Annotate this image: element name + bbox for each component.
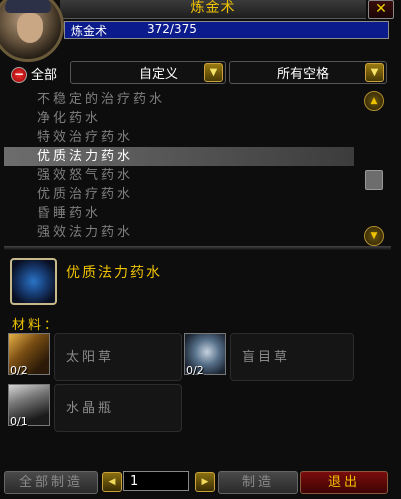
quantity-increase-icon[interactable]: ▶ (195, 472, 215, 492)
collapse-all-button[interactable]: − (11, 67, 27, 83)
close-button[interactable]: ✕ (368, 0, 394, 19)
character-portrait (0, 0, 64, 62)
reagents-label: 材料： (12, 318, 61, 333)
reagent-count: 0/2 (186, 364, 204, 377)
reagent-count: 0/2 (10, 364, 28, 377)
close-icon: ✕ (375, 1, 387, 17)
recipe-item[interactable]: 强效怒气药水 (4, 166, 354, 185)
scroll-up-icon[interactable]: ▲ (364, 91, 384, 111)
recipe-item[interactable]: 不稳定的治疗药水 (4, 90, 354, 109)
chevron-down-icon[interactable]: ▼ (204, 63, 223, 82)
scroll-down-icon[interactable]: ▼ (364, 226, 384, 246)
reagent-name: 盲目草 (242, 350, 291, 365)
subclass-dropdown[interactable]: 自定义 ▼ (70, 61, 226, 84)
reagent-slot[interactable]: 0/2 太阳草 (8, 333, 182, 381)
recipe-item-selected[interactable]: 优质法力药水 (4, 147, 354, 166)
quantity-input[interactable] (123, 471, 189, 491)
reagent-name: 太阳草 (66, 350, 115, 365)
reagent-name: 水晶瓶 (66, 401, 115, 416)
scroll-thumb[interactable] (365, 170, 383, 190)
subclass-dropdown-value: 自定义 (139, 67, 179, 82)
slot-dropdown-value: 所有空格 (277, 67, 330, 82)
reagent-slot[interactable]: 0/2 盲目草 (184, 333, 354, 381)
recipe-list: 不稳定的治疗药水 净化药水 特效治疗药水 优质法力药水 强效怒气药水 优质治疗药… (4, 90, 358, 243)
divider (4, 246, 391, 250)
craft-all-button[interactable]: 全部制造 (4, 471, 98, 494)
all-label: 全部 (31, 68, 58, 83)
recipe-item[interactable]: 强效法力药水 (4, 223, 354, 242)
reagent-slot[interactable]: 0/1 水晶瓶 (8, 384, 182, 432)
exit-button[interactable]: 退出 (300, 471, 388, 494)
title-bar: 炼金术 (60, 0, 366, 19)
recipe-scrollbar[interactable]: ▲ ▼ (361, 88, 387, 246)
skill-bar: 炼金术 372/375 (64, 21, 389, 39)
craft-button[interactable]: 制造 (218, 471, 298, 494)
detail-recipe-name: 优质法力药水 (66, 265, 162, 281)
chevron-down-icon[interactable]: ▼ (365, 63, 384, 82)
mana-potion-icon[interactable] (10, 258, 57, 305)
recipe-item[interactable]: 昏睡药水 (4, 204, 354, 223)
slot-dropdown[interactable]: 所有空格 ▼ (229, 61, 387, 84)
reagent-count: 0/1 (10, 415, 28, 428)
recipe-item[interactable]: 净化药水 (4, 109, 354, 128)
recipe-item[interactable]: 优质治疗药水 (4, 185, 354, 204)
recipe-item[interactable]: 特效治疗药水 (4, 128, 354, 147)
skill-value: 372/375 (147, 22, 197, 36)
quantity-decrease-icon[interactable]: ◀ (102, 472, 122, 492)
window-title: 炼金术 (190, 0, 236, 16)
skill-name: 炼金术 (71, 24, 108, 38)
